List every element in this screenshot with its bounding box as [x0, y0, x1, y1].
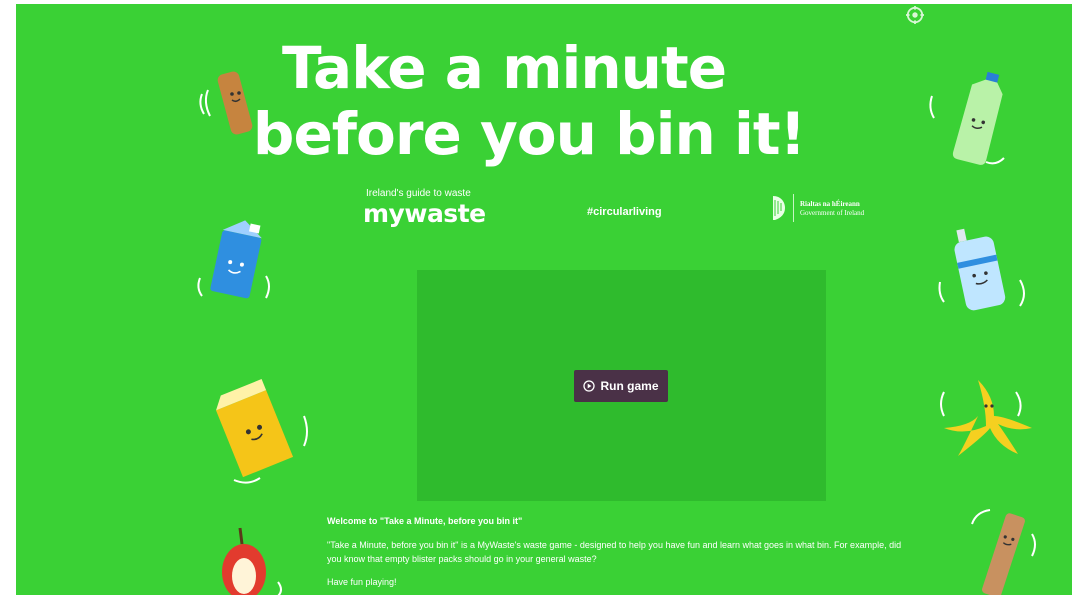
plastic-bottle-character — [929, 71, 1005, 165]
banana-peel-character — [940, 380, 1032, 456]
hashtag: #circularliving — [587, 206, 662, 218]
milk-carton-character — [197, 220, 270, 299]
run-game-label: Run game — [600, 379, 659, 393]
cereal-box-character — [216, 379, 308, 484]
mywaste-logo: mywaste — [363, 199, 486, 228]
harp-icon — [773, 196, 785, 220]
run-game-button[interactable]: Run game — [574, 370, 668, 402]
welcome-body: "Take a Minute, before you bin it" is a … — [327, 540, 902, 564]
wooden-stick-character — [971, 509, 1036, 595]
game-page: Take a minute before you bin it! Ireland… — [16, 4, 1072, 595]
apple-core-character — [222, 527, 282, 595]
cardboard-tube-character — [199, 71, 253, 135]
logo-divider — [793, 194, 794, 222]
government-line-1: Rialtas na hÉireann — [800, 200, 860, 208]
government-line-2: Government of Ireland — [800, 209, 865, 217]
headline-line-2: before you bin it! — [252, 100, 806, 168]
brand-tagline: Ireland's guide to waste — [366, 188, 471, 199]
government-logo: Rialtas na hÉireann Government of Irelan… — [769, 194, 864, 222]
welcome-title: Welcome to "Take a Minute, before you bi… — [327, 516, 523, 526]
have-fun-text: Have fun playing! — [327, 577, 397, 587]
play-icon — [583, 380, 596, 392]
headline-line-1: Take a minute — [281, 34, 727, 102]
settings-icon[interactable] — [906, 6, 924, 24]
government-text: Rialtas na hÉireann Government of Irelan… — [800, 200, 864, 218]
drink-can-character — [938, 228, 1025, 311]
